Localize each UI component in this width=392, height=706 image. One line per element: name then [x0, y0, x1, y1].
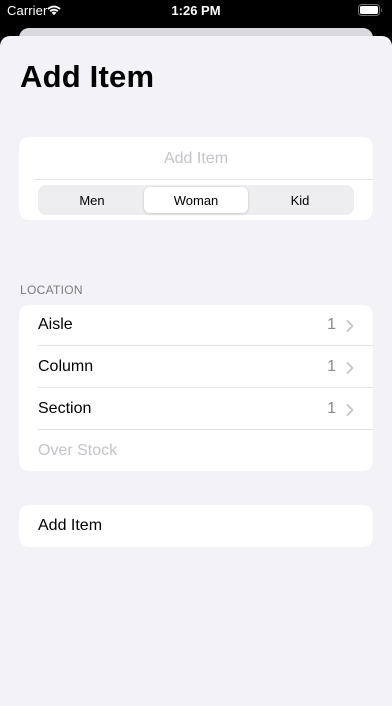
column-value: 1 [327, 358, 336, 375]
aisle-label: Aisle [38, 316, 73, 333]
chevron-right-icon [346, 404, 354, 416]
battery-icon [358, 4, 382, 16]
column-label: Column [38, 358, 94, 375]
location-section-header: LOCATION [20, 283, 83, 297]
chevron-right-icon [346, 320, 354, 332]
status-time: 1:26 PM [171, 3, 221, 18]
section-row[interactable]: Section 1 [19, 389, 373, 430]
location-card: Aisle 1 Column 1 Section 1 [19, 305, 373, 471]
segment-men[interactable]: Men [40, 187, 144, 213]
section-label: Section [38, 400, 92, 417]
over-stock-input[interactable] [38, 430, 358, 471]
section-value: 1 [327, 400, 336, 417]
category-segmented-control: Men Woman Kid [38, 185, 354, 215]
chevron-right-icon [346, 362, 354, 374]
divider [38, 387, 373, 388]
status-bar: Carrier 1:26 PM [0, 0, 392, 30]
item-details-card: Men Woman Kid [19, 137, 373, 220]
item-name-input[interactable] [34, 142, 358, 175]
page-title: Add Item [20, 59, 155, 94]
segment-woman[interactable]: Woman [144, 187, 248, 213]
divider [34, 179, 373, 180]
column-row[interactable]: Column 1 [19, 347, 373, 388]
add-item-button[interactable]: Add Item [19, 505, 373, 547]
divider [38, 345, 373, 346]
aisle-row[interactable]: Aisle 1 [19, 305, 373, 346]
aisle-value: 1 [327, 316, 336, 333]
add-item-button-label: Add Item [38, 517, 103, 534]
segment-kid[interactable]: Kid [248, 187, 352, 213]
